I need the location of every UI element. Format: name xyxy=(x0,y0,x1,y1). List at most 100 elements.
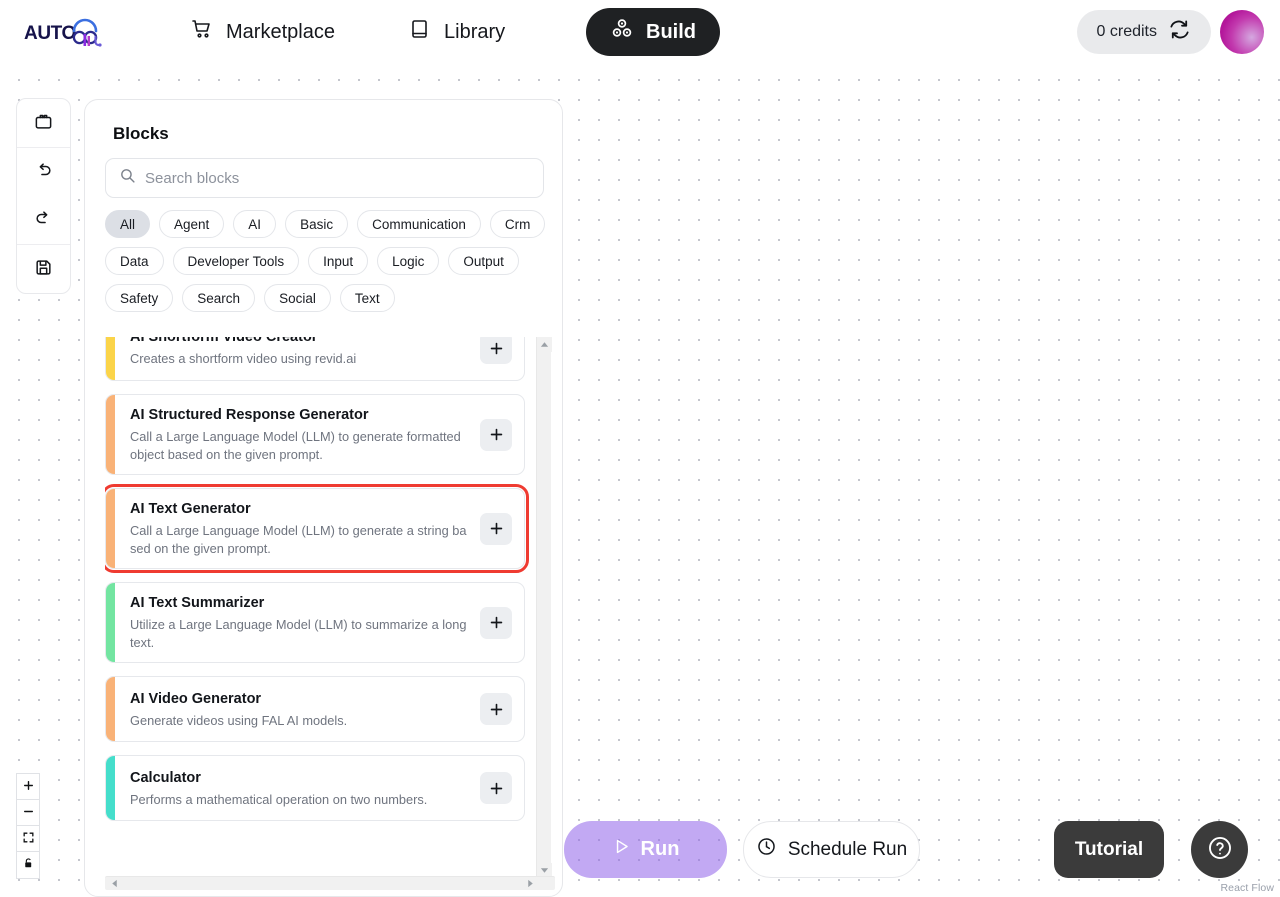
lock-canvas-button[interactable] xyxy=(17,852,39,878)
block-color-stripe xyxy=(106,677,115,741)
block-card-description: Call a Large Language Model (LLM) to gen… xyxy=(130,428,480,463)
filter-chip-communication[interactable]: Communication xyxy=(357,210,481,238)
block-card[interactable]: AI Video GeneratorGenerate videos using … xyxy=(105,676,525,742)
zoom-in-icon xyxy=(22,779,35,795)
block-card[interactable]: AI Structured Response Generator Call a L… xyxy=(105,394,525,475)
autogpt-logo[interactable]: AUTO xyxy=(24,12,119,52)
filter-chip-basic[interactable]: Basic xyxy=(285,210,348,238)
block-list-horizontal-scrollbar[interactable] xyxy=(105,876,555,890)
redo-button[interactable] xyxy=(17,196,70,244)
block-color-stripe xyxy=(106,756,115,820)
block-card[interactable]: AI Text Summarizer Utilize a Large Langua… xyxy=(105,582,525,663)
add-block-button[interactable] xyxy=(480,607,512,639)
clock-icon xyxy=(756,836,777,863)
block-card-title: Calculator xyxy=(130,769,480,788)
filter-chip-social[interactable]: Social xyxy=(264,284,331,312)
add-block-button[interactable] xyxy=(480,693,512,725)
zoom-out-button[interactable] xyxy=(17,800,39,826)
add-block-button[interactable] xyxy=(480,419,512,451)
help-button[interactable] xyxy=(1191,821,1248,878)
block-card-title: AI Structured Response Generator xyxy=(130,406,480,425)
credits-pill[interactable]: 0 credits xyxy=(1077,10,1211,54)
redo-icon xyxy=(34,209,53,231)
refresh-icon[interactable] xyxy=(1168,18,1191,46)
filter-chip-ai[interactable]: AI xyxy=(233,210,276,238)
block-card[interactable]: Calculator Performs a mathematical operat… xyxy=(105,755,525,821)
run-button-label: Run xyxy=(641,838,680,861)
filter-chip-search[interactable]: Search xyxy=(182,284,255,312)
svg-text:AUTO: AUTO xyxy=(24,23,76,44)
block-list-vertical-scrollbar[interactable] xyxy=(536,337,551,878)
credits-label: 0 credits xyxy=(1097,23,1157,41)
fit-view-button[interactable] xyxy=(17,826,39,852)
block-card-title: AI Text Summarizer xyxy=(130,594,480,613)
canvas-zoom-controls xyxy=(16,773,40,879)
block-card-description: Utilize a Large Language Model (LLM) to … xyxy=(130,616,480,651)
vertical-scroll-thumb[interactable] xyxy=(539,355,550,555)
block-card-title: AI Shortform Video Creator xyxy=(130,337,480,347)
block-card-description: Call a Large Language Model (LLM) to gen… xyxy=(130,522,480,557)
zoom-out-icon xyxy=(22,805,35,821)
block-card-body: Calculator Performs a mathematical operat… xyxy=(106,758,480,820)
blocks-toolbox-button[interactable] xyxy=(17,99,70,147)
filter-chip-output[interactable]: Output xyxy=(448,247,519,275)
schedule-run-label: Schedule Run xyxy=(788,839,907,861)
lock-icon xyxy=(22,857,35,873)
search-blocks-field[interactable] xyxy=(105,158,544,198)
nav-library-label: Library xyxy=(444,21,505,44)
nav-marketplace-label: Marketplace xyxy=(226,21,335,44)
blocks-cube-icon xyxy=(610,17,634,47)
schedule-run-button[interactable]: Schedule Run xyxy=(743,821,920,878)
save-icon xyxy=(34,258,53,280)
add-block-button[interactable] xyxy=(480,513,512,545)
block-card-description: Creates a shortform video using revid.ai xyxy=(130,350,480,368)
search-blocks-input[interactable] xyxy=(145,170,530,187)
toolbar-group-save xyxy=(17,245,70,293)
block-color-stripe xyxy=(106,583,115,662)
block-list: AI Shortform Video Creator Creates a shor… xyxy=(105,337,525,834)
block-card[interactable]: AI Shortform Video Creator Creates a shor… xyxy=(105,337,525,381)
scroll-up-arrow-icon[interactable] xyxy=(537,337,552,352)
toolbar-group-blocks xyxy=(17,99,70,148)
save-button[interactable] xyxy=(17,245,70,293)
react-flow-attribution: React Flow xyxy=(1220,882,1274,894)
scroll-right-arrow-icon[interactable] xyxy=(523,877,537,890)
tutorial-button-label: Tutorial xyxy=(1075,839,1143,861)
top-navigation-bar: AUTO Marketplace Library xyxy=(0,0,1280,64)
search-icon xyxy=(119,167,136,189)
block-card-description: Performs a mathematical operation on two… xyxy=(130,791,480,809)
block-card-body: AI Shortform Video Creator Creates a shor… xyxy=(106,337,480,379)
block-color-stripe xyxy=(106,337,115,380)
filter-chip-text[interactable]: Text xyxy=(340,284,395,312)
filter-chip-developer-tools[interactable]: Developer Tools xyxy=(173,247,300,275)
run-button[interactable]: Run xyxy=(564,821,727,878)
filter-chip-logic[interactable]: Logic xyxy=(377,247,439,275)
block-card[interactable]: AI Text GeneratorCall a Large Language M… xyxy=(105,488,525,569)
toolbar-group-history xyxy=(17,148,70,245)
add-block-button[interactable] xyxy=(480,337,512,364)
fit-view-icon xyxy=(22,831,35,847)
filter-chip-agent[interactable]: Agent xyxy=(159,210,224,238)
block-card-body: AI Video GeneratorGenerate videos using … xyxy=(106,679,480,741)
filter-chip-all[interactable]: All xyxy=(105,210,150,238)
zoom-in-button[interactable] xyxy=(17,774,39,800)
nav-library[interactable]: Library xyxy=(408,12,505,52)
add-block-button[interactable] xyxy=(480,772,512,804)
tutorial-button[interactable]: Tutorial xyxy=(1054,821,1164,878)
help-circle-icon xyxy=(1206,834,1234,865)
block-category-filters: All Agent AI Basic Communication Crm Data Devel… xyxy=(105,210,549,312)
block-card-body: AI Text Summarizer Utilize a Large Langua… xyxy=(106,583,480,662)
filter-chip-data[interactable]: Data xyxy=(105,247,164,275)
scroll-left-arrow-icon[interactable] xyxy=(107,877,121,890)
user-avatar[interactable] xyxy=(1220,10,1264,54)
block-card-title: AI Video Generator xyxy=(130,690,480,709)
nav-build[interactable]: Build xyxy=(586,8,720,56)
nav-build-label: Build xyxy=(646,21,696,44)
filter-chip-input[interactable]: Input xyxy=(308,247,368,275)
nav-marketplace[interactable]: Marketplace xyxy=(190,12,335,52)
undo-button[interactable] xyxy=(17,148,70,196)
block-list-viewport[interactable]: AI Shortform Video Creator Creates a shor… xyxy=(105,337,544,878)
book-icon xyxy=(408,17,432,47)
filter-chip-safety[interactable]: Safety xyxy=(105,284,173,312)
filter-chip-crm[interactable]: Crm xyxy=(490,210,546,238)
